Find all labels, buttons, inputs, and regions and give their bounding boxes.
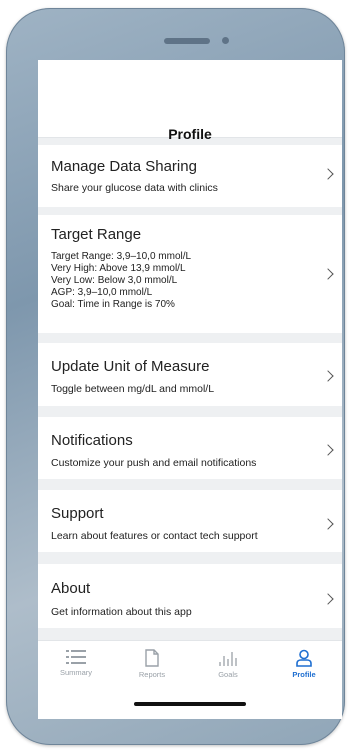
person-icon (296, 649, 312, 667)
goal-line: Goal: Time in Range is 70% (51, 299, 175, 310)
tab-reports[interactable]: Reports (114, 649, 190, 689)
bar-chart-icon (219, 652, 237, 666)
document-icon (145, 649, 159, 667)
menu-item-about[interactable]: About Get information about this app (38, 564, 342, 628)
home-indicator[interactable] (134, 702, 246, 706)
menu-item-subtitle: Get information about this app (51, 606, 192, 618)
menu-item-title: Target Range (51, 226, 142, 243)
menu-item-title: Update Unit of Measure (51, 358, 210, 375)
menu-item-title: About (51, 580, 91, 597)
target-range-details: Target Range: 3,9–10,0 mmol/L Very High:… (51, 251, 191, 311)
speaker-grille (164, 38, 210, 44)
tab-summary[interactable]: Summary (38, 649, 114, 689)
menu-item-subtitle: Learn about features or contact tech sup… (51, 530, 258, 542)
tab-label: Summary (59, 668, 93, 677)
chevron-right-icon (322, 518, 334, 530)
very-high-line: Very High: Above 13,9 mmol/L (51, 263, 186, 274)
tab-profile[interactable]: Profile (266, 649, 342, 689)
menu-item-title: Support (51, 505, 104, 522)
target-range-line: Target Range: 3,9–10,0 mmol/L (51, 251, 192, 262)
chevron-right-icon (322, 593, 334, 605)
app-screen: Profile Manage Data Sharing Share your g… (38, 60, 342, 719)
menu-item-manage-data-sharing[interactable]: Manage Data Sharing Share your glucose d… (38, 145, 342, 207)
menu-item-target-range[interactable]: Target Range Target Range: 3,9–10,0 mmol… (38, 215, 342, 333)
menu-item-subtitle: Customize your push and email notificati… (51, 457, 257, 469)
very-low-line: Very Low: Below 3,0 mmol/L (51, 275, 178, 286)
phone-frame: Profile Manage Data Sharing Share your g… (6, 8, 345, 745)
chevron-right-icon (322, 444, 334, 456)
tab-goals[interactable]: Goals (190, 649, 266, 689)
chevron-right-icon (322, 168, 334, 180)
chevron-right-icon (322, 370, 334, 382)
menu-item-support[interactable]: Support Learn about features or contact … (38, 490, 342, 552)
menu-item-notifications[interactable]: Notifications Customize your push and em… (38, 417, 342, 479)
menu-item-title: Notifications (51, 432, 133, 449)
tab-label: Profile (292, 670, 316, 679)
menu-item-update-unit[interactable]: Update Unit of Measure Toggle between mg… (38, 343, 342, 406)
nav-header: Profile (38, 60, 342, 142)
chevron-right-icon (322, 268, 334, 280)
tab-label: Goals (218, 670, 238, 679)
menu-item-subtitle: Share your glucose data with clinics (51, 182, 218, 194)
menu-item-subtitle: Toggle between mg/dL and mmol/L (51, 383, 215, 395)
page-title: Profile (168, 126, 212, 142)
tab-bar: Summary Reports Goals Profile (38, 640, 342, 719)
menu-item-title: Manage Data Sharing (51, 158, 197, 175)
camera-icon (222, 37, 229, 44)
list-icon (66, 650, 86, 664)
agp-line: AGP: 3,9–10,0 mmol/L (51, 287, 153, 298)
tab-label: Reports (138, 670, 166, 679)
